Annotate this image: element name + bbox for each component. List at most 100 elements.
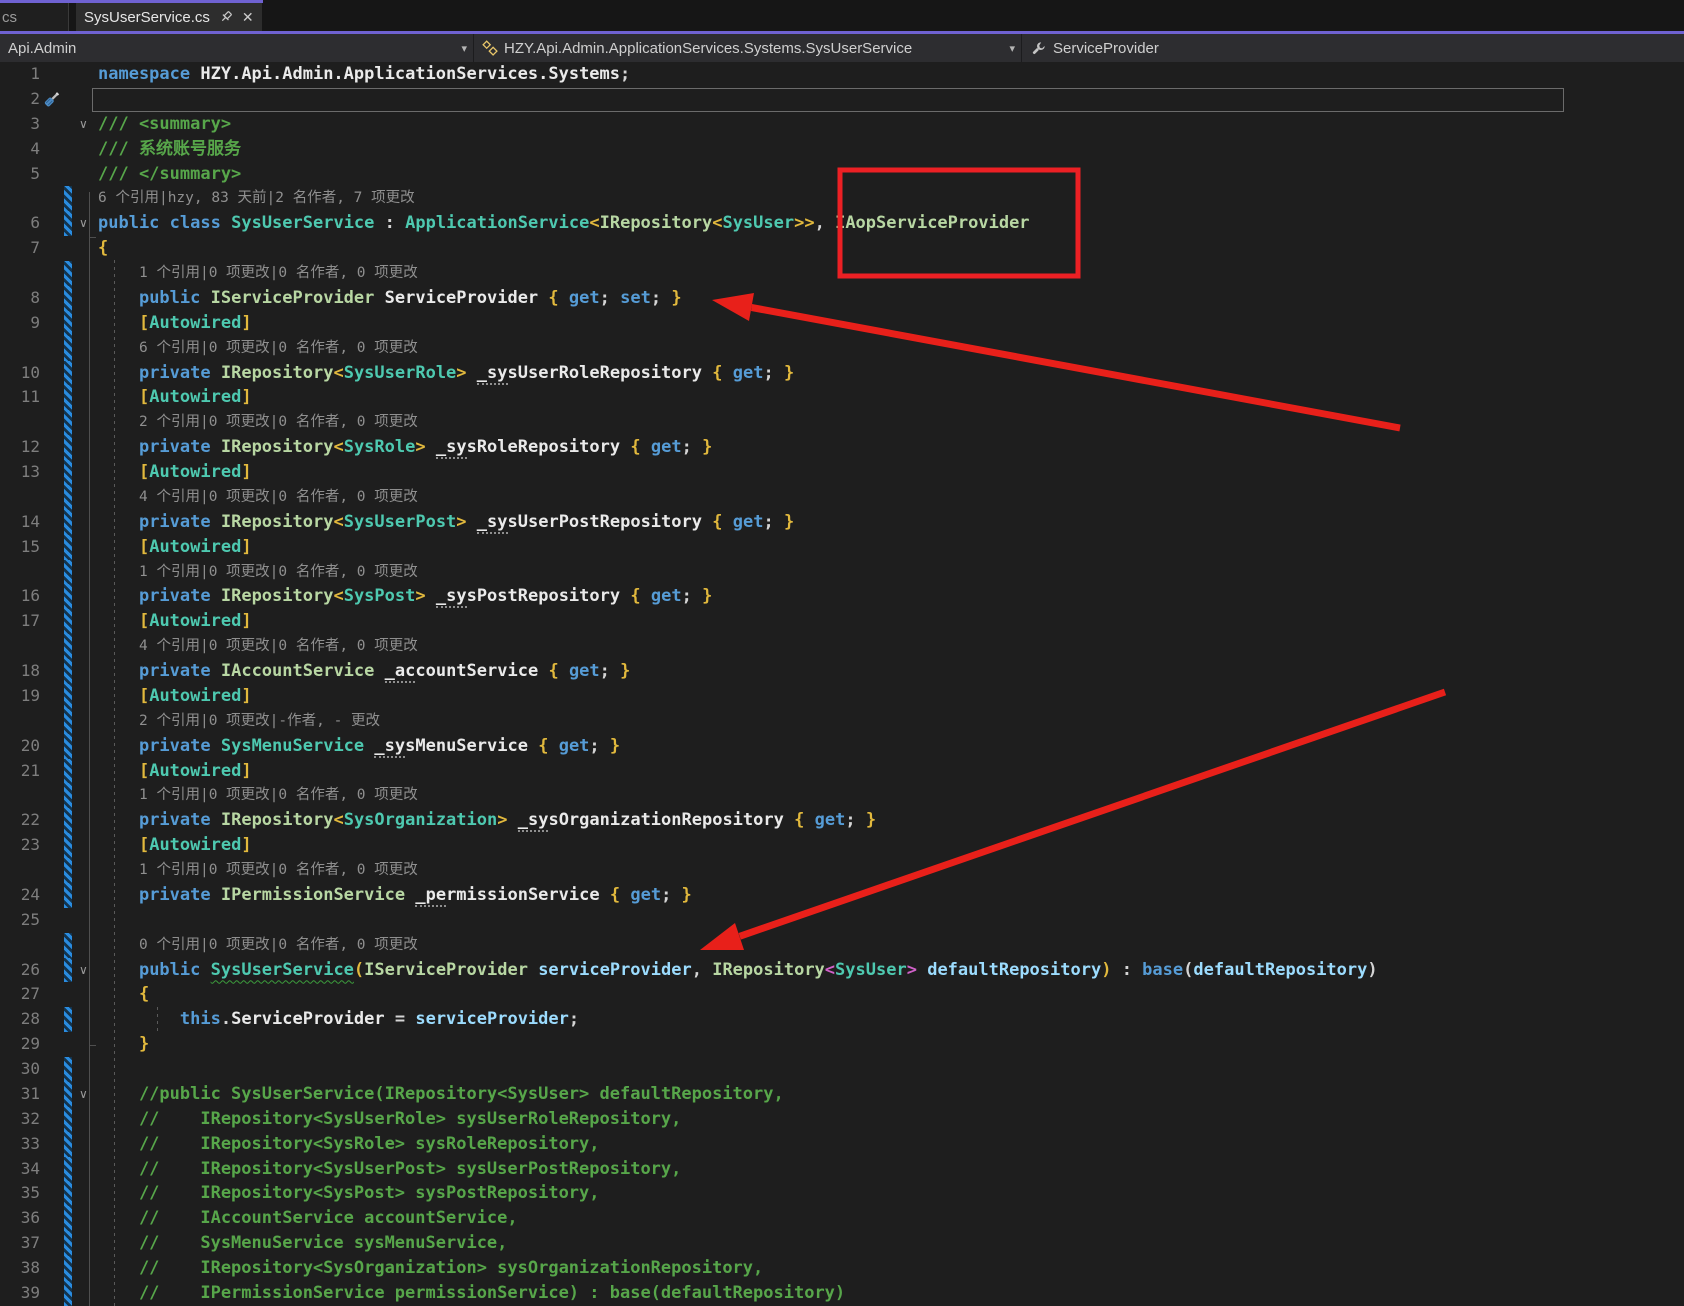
codelens-line[interactable]: 1 个引用|0 项更改|0 名作者, 0 项更改 xyxy=(0,858,1684,883)
line-number[interactable]: 24 xyxy=(0,883,40,908)
line-number[interactable]: 20 xyxy=(0,734,40,759)
line-number[interactable]: 35 xyxy=(0,1181,40,1206)
breadcrumb-project[interactable]: Api.Admin ▾ xyxy=(0,34,474,62)
codelens-line[interactable]: 2 个引用|0 项更改|-作者, - 更改 xyxy=(0,708,1684,734)
line-number[interactable]: 18 xyxy=(0,659,40,684)
line-number[interactable]: 13 xyxy=(0,460,40,485)
code-line[interactable]: 25 xyxy=(0,908,1684,933)
chevron-down-icon[interactable]: ▾ xyxy=(461,42,467,55)
code-line[interactable]: 31 ∨ //public SysUserService(IRepository<… xyxy=(0,1081,1684,1107)
code-line[interactable]: 1 namespace HZY.Api.Admin.ApplicationServ… xyxy=(0,62,1684,87)
codelens-text[interactable]: 1 个引用|0 项更改|0 名作者, 0 项更改 xyxy=(139,261,418,286)
line-number[interactable]: 27 xyxy=(0,982,40,1007)
quick-actions-screwdriver-icon[interactable] xyxy=(42,90,61,109)
codelens-line[interactable]: 1 个引用|0 项更改|0 名作者, 0 项更改 xyxy=(0,783,1684,809)
code-line[interactable]: 3 ∨ /// <summary> xyxy=(0,112,1684,137)
code-line[interactable]: 22 private IRepository<SysOrganization> … xyxy=(0,808,1684,834)
collapse-chevron-icon[interactable]: ∨ xyxy=(79,211,88,236)
line-number[interactable]: 15 xyxy=(0,535,40,560)
breadcrumb-member[interactable]: ServiceProvider xyxy=(1022,34,1684,62)
code-line[interactable]: 35 // IRepository<SysPost> sysPostReposi… xyxy=(0,1181,1684,1207)
line-number[interactable]: 26 xyxy=(0,958,40,983)
code-line[interactable]: 20 private SysMenuService _sysMenuServic… xyxy=(0,733,1684,759)
code-line[interactable]: 29 } xyxy=(0,1032,1684,1057)
line-number[interactable]: 4 xyxy=(0,137,40,162)
codelens-line[interactable]: 2 个引用|0 项更改|0 名作者, 0 项更改 xyxy=(0,410,1684,436)
codelens-line[interactable]: 4 个引用|0 项更改|0 名作者, 0 项更改 xyxy=(0,484,1684,510)
code-line[interactable]: 4 /// 系统账号服务 xyxy=(0,137,1684,162)
line-number[interactable]: 31 xyxy=(0,1082,40,1107)
line-number[interactable]: 7 xyxy=(0,236,40,261)
code-line[interactable]: 30 xyxy=(0,1057,1684,1082)
line-number[interactable]: 32 xyxy=(0,1107,40,1132)
line-number[interactable]: 17 xyxy=(0,609,40,634)
codelens-text[interactable]: 0 个引用|0 项更改|0 名作者, 0 项更改 xyxy=(139,933,418,958)
line-number[interactable]: 5 xyxy=(0,162,40,187)
codelens-text[interactable]: 2 个引用|0 项更改|0 名作者, 0 项更改 xyxy=(139,410,418,435)
codelens-text[interactable]: 4 个引用|0 项更改|0 名作者, 0 项更改 xyxy=(139,634,418,659)
code-line[interactable]: 26 ∨ public SysUserService(IServiceProvid… xyxy=(0,957,1684,983)
code-line[interactable]: 6 ∨ public class SysUserService : Applicat… xyxy=(0,211,1684,237)
code-line[interactable]: 23 [Autowired] xyxy=(0,833,1684,858)
line-number[interactable]: 36 xyxy=(0,1206,40,1231)
line-number[interactable]: 34 xyxy=(0,1157,40,1182)
chevron-down-icon[interactable]: ▾ xyxy=(1009,42,1015,55)
code-line[interactable]: 38 // IRepository<SysOrganization> sysOr… xyxy=(0,1256,1684,1281)
codelens-text[interactable]: 6 个引用|0 项更改|0 名作者, 0 项更改 xyxy=(139,336,418,361)
line-number[interactable]: 29 xyxy=(0,1032,40,1057)
code-line[interactable]: 17 [Autowired] xyxy=(0,609,1684,635)
code-line[interactable]: 37 // SysMenuService sysMenuService, xyxy=(0,1231,1684,1256)
line-number[interactable]: 30 xyxy=(0,1057,40,1082)
codelens-text[interactable]: 1 个引用|0 项更改|0 名作者, 0 项更改 xyxy=(139,560,418,585)
line-number[interactable]: 9 xyxy=(0,311,40,336)
code-line[interactable]: 7{ xyxy=(0,236,1684,261)
codelens-text[interactable]: 4 个引用|0 项更改|0 名作者, 0 项更改 xyxy=(139,485,418,510)
line-number[interactable]: 16 xyxy=(0,584,40,609)
breadcrumb-type[interactable]: HZY.Api.Admin.ApplicationServices.System… xyxy=(474,34,1022,62)
code-line[interactable]: 28 this.ServiceProvider = serviceProvide… xyxy=(0,1007,1684,1033)
line-number[interactable]: 10 xyxy=(0,361,40,386)
line-number[interactable]: 38 xyxy=(0,1256,40,1281)
tab-partial[interactable]: cs xyxy=(0,3,69,31)
line-number[interactable]: 21 xyxy=(0,759,40,784)
code-line[interactable]: 13 [Autowired] xyxy=(0,460,1684,485)
code-line[interactable]: 32 // IRepository<SysUserRole> sysUserRo… xyxy=(0,1106,1684,1132)
codelens-text[interactable]: 1 个引用|0 项更改|0 名作者, 0 项更改 xyxy=(139,783,418,808)
line-number[interactable]: 25 xyxy=(0,908,40,933)
line-number[interactable]: 8 xyxy=(0,286,40,311)
code-line[interactable]: 11 [Autowired] xyxy=(0,385,1684,411)
code-line[interactable]: 24 private IPermissionService _permissio… xyxy=(0,882,1684,908)
line-number[interactable]: 19 xyxy=(0,684,40,709)
collapse-chevron-icon[interactable]: ∨ xyxy=(79,112,88,137)
code-line[interactable]: 9 [Autowired] xyxy=(0,310,1684,336)
code-line[interactable]: 19 [Autowired] xyxy=(0,683,1684,709)
line-number[interactable]: 11 xyxy=(0,385,40,410)
code-line[interactable]: 27 { xyxy=(0,982,1684,1007)
line-number[interactable]: 39 xyxy=(0,1281,40,1306)
code-editor[interactable]: 1 namespace HZY.Api.Admin.ApplicationServ… xyxy=(0,62,1684,1306)
tab-sysuserservice[interactable]: SysUserService.cs ✕ xyxy=(76,3,262,31)
codelens-line[interactable]: 1 个引用|0 项更改|0 名作者, 0 项更改 xyxy=(0,261,1684,286)
collapse-chevron-icon[interactable]: ∨ xyxy=(79,958,88,983)
line-number[interactable]: 3 xyxy=(0,112,40,137)
code-line[interactable]: 34 // IRepository<SysUserPost> sysUserPo… xyxy=(0,1156,1684,1182)
code-line[interactable]: 18 private IAccountService _accountServi… xyxy=(0,659,1684,684)
code-line[interactable]: 21 [Autowired] xyxy=(0,758,1684,784)
line-number[interactable]: 12 xyxy=(0,435,40,460)
code-line[interactable]: 8 public IServiceProvider ServiceProvide… xyxy=(0,285,1684,311)
code-line[interactable]: 36 // IAccountService accountService, xyxy=(0,1206,1684,1232)
line-number[interactable]: 6 xyxy=(0,211,40,236)
codelens-text[interactable]: 2 个引用|0 项更改|-作者, - 更改 xyxy=(139,709,380,734)
close-icon[interactable]: ✕ xyxy=(242,10,254,24)
code-line[interactable]: 10 private IRepository<SysUserRole> _sys… xyxy=(0,360,1684,386)
line-number[interactable]: 2 xyxy=(0,87,40,112)
line-number[interactable]: 23 xyxy=(0,833,40,858)
code-line[interactable]: 15 [Autowired] xyxy=(0,534,1684,560)
code-line[interactable]: 12 private IRepository<SysRole> _sysRole… xyxy=(0,435,1684,460)
code-line[interactable]: 14 private IRepository<SysUserPost> _sys… xyxy=(0,509,1684,535)
pin-icon[interactable] xyxy=(219,10,233,24)
line-number[interactable]: 33 xyxy=(0,1132,40,1157)
line-number[interactable]: 22 xyxy=(0,808,40,833)
code-line[interactable]: 33 // IRepository<SysRole> sysRoleReposi… xyxy=(0,1131,1684,1157)
code-line[interactable]: 5 /// </summary> xyxy=(0,162,1684,187)
